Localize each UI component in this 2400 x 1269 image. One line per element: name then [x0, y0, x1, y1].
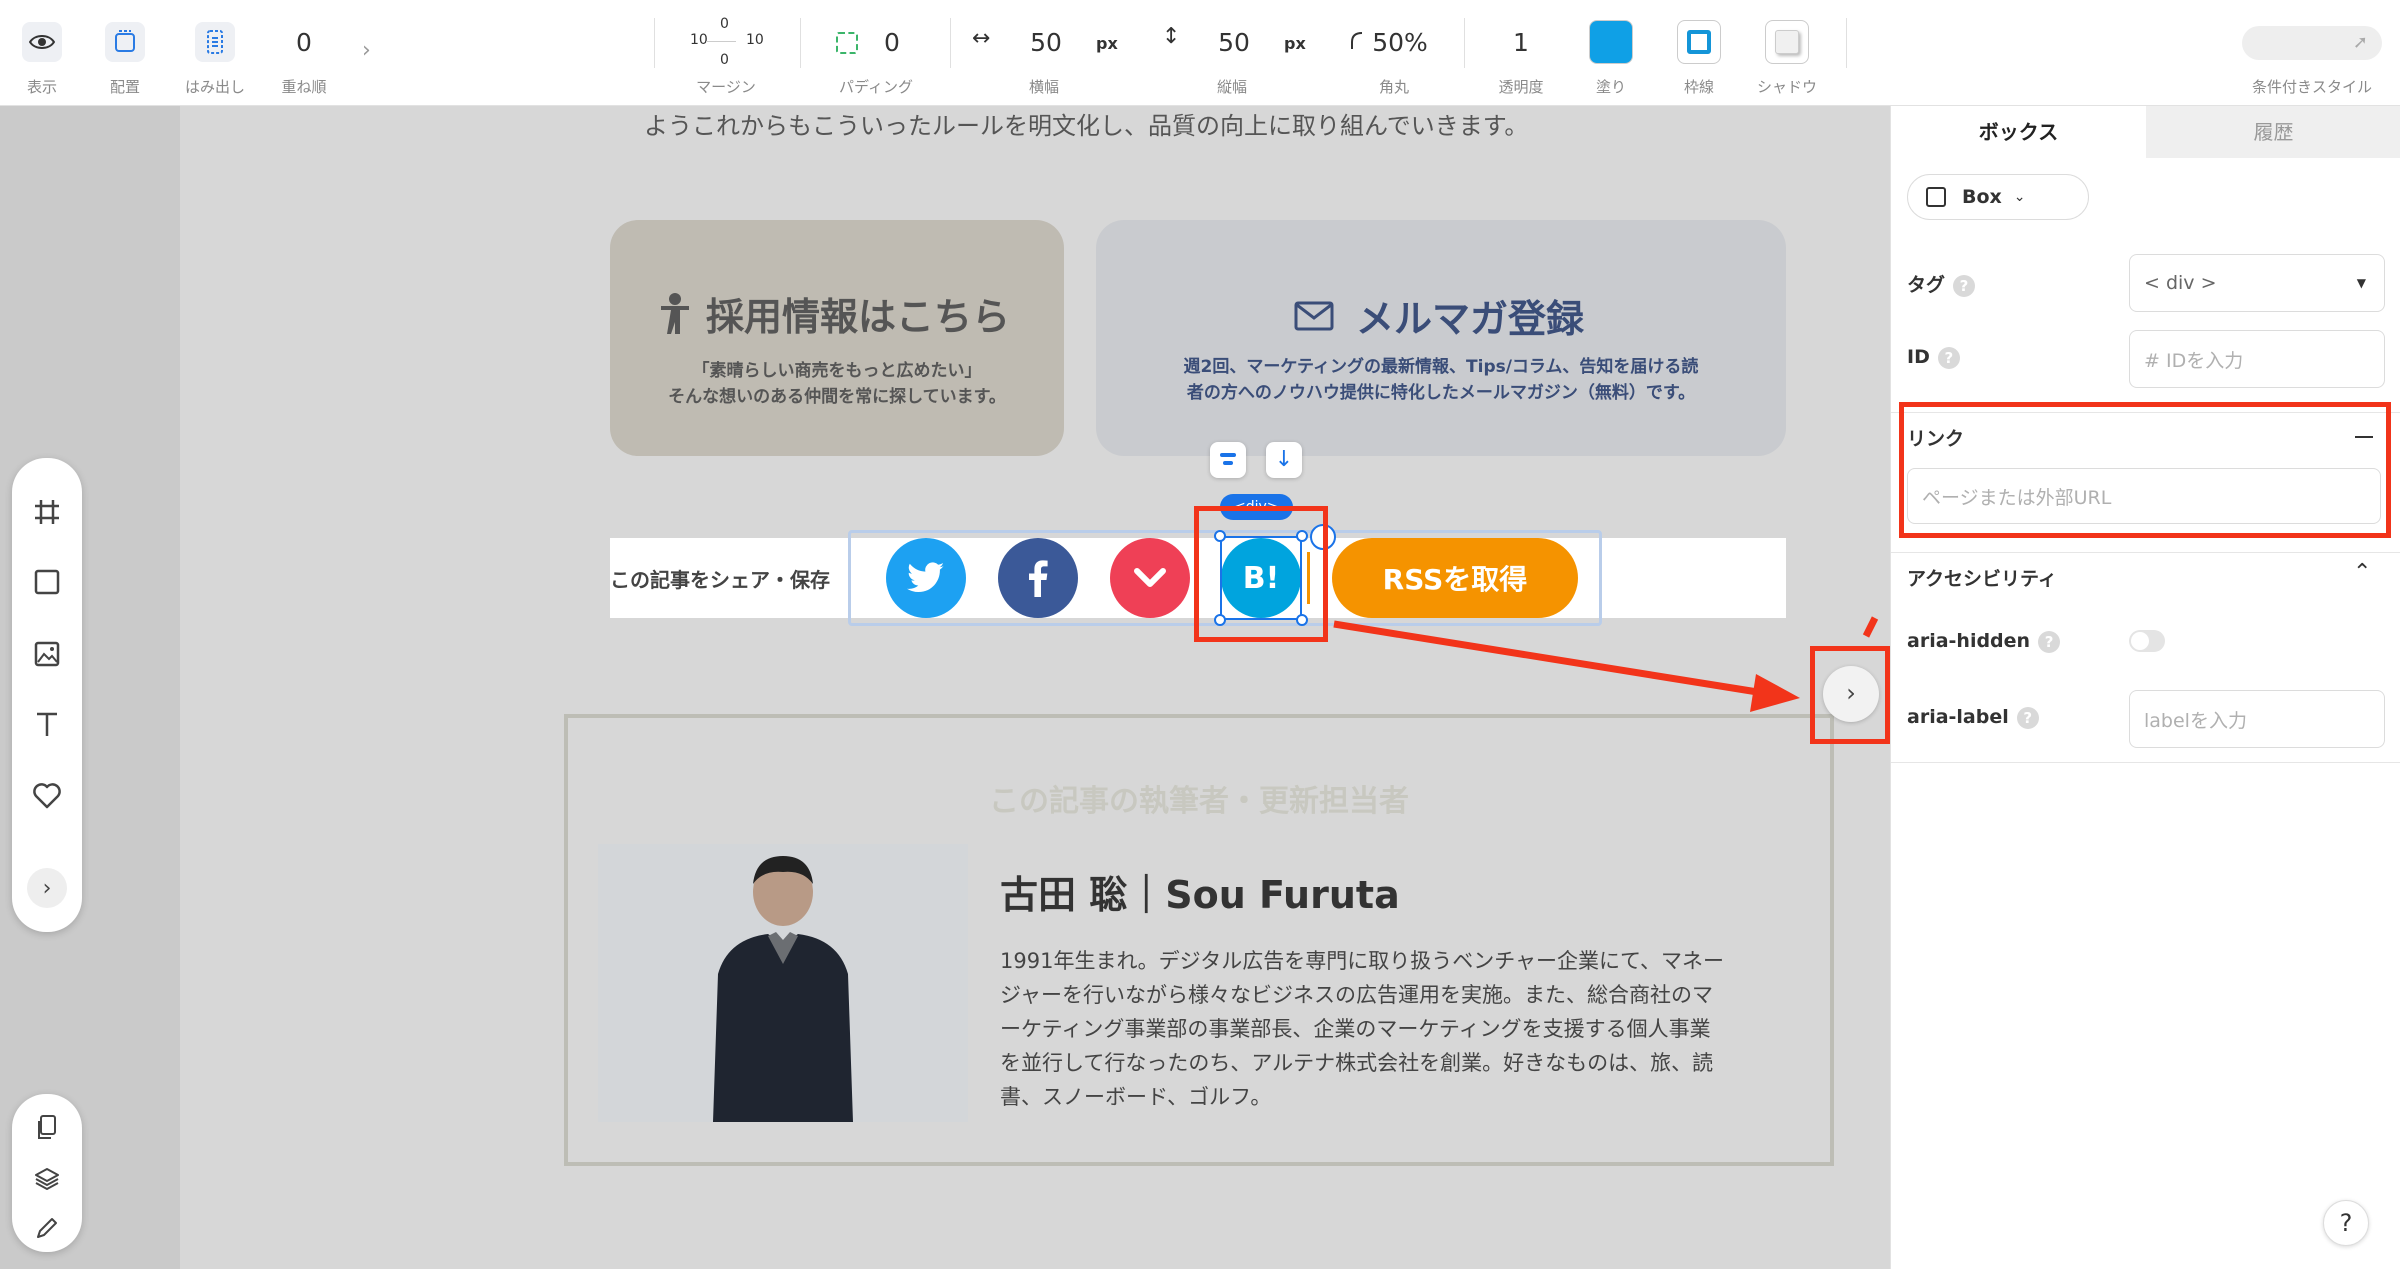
caret-down-icon: ▼ [2356, 276, 2366, 290]
border-swatch[interactable] [1677, 20, 1721, 64]
fill-swatch[interactable] [1589, 20, 1633, 64]
overflow-label: はみ出し [184, 78, 246, 96]
margin-right-value[interactable]: 10 [746, 32, 764, 48]
chevron-right-icon[interactable]: › [362, 38, 371, 63]
margin-left-value[interactable]: 10 [690, 32, 708, 48]
help-icon: ? [2038, 630, 2061, 653]
accessibility-section-label: アクセシビリティ [1907, 568, 2057, 590]
padding-value[interactable]: 0 [884, 28, 900, 57]
element-type-select[interactable]: Box ⌄ [1907, 174, 2089, 220]
aria-label-input[interactable]: labelを入力 [2129, 690, 2385, 748]
aria-label-label: aria-label? [1907, 706, 2039, 729]
element-type-label: Box [1962, 186, 2002, 208]
layout-icon[interactable] [105, 22, 145, 62]
conditional-style-label: 条件付きスタイル [2251, 78, 2373, 96]
padding-icon [836, 32, 858, 54]
width-arrows-icon: ↔ [972, 26, 991, 51]
corner-radius-icon [1350, 30, 1366, 54]
aria-hidden-toggle[interactable] [2129, 630, 2165, 652]
opacity-value[interactable]: 1 [1513, 28, 1529, 57]
margin-top-value[interactable]: 0 [720, 16, 729, 32]
annotation-arrows [1333, 616, 1879, 712]
annotation-box [1899, 402, 2391, 538]
tag-select[interactable]: < div > ▼ [2129, 254, 2385, 312]
width-unit[interactable]: px [1096, 34, 1118, 53]
chevron-up-icon[interactable]: ⌃ [2353, 560, 2371, 585]
height-arrows-icon: ↕ [1162, 24, 1181, 49]
eye-icon[interactable] [22, 22, 62, 62]
tag-row-label: タグ? [1907, 270, 1976, 297]
shadow-label: シャドウ [1756, 78, 1818, 96]
help-icon: ? [2016, 706, 2039, 729]
view-label: 表示 [26, 78, 58, 96]
border-label: 枠線 [1683, 78, 1715, 96]
tab-history[interactable]: 履歴 [2146, 106, 2400, 158]
id-row-label: ID? [1907, 346, 1960, 369]
fill-label: 塗り [1595, 78, 1627, 96]
editor-canvas: ようこれからもこういったルールを明文化し、品質の向上に取り組んでいきます。 採用… [0, 106, 1890, 1269]
overflow-icon[interactable] [195, 22, 235, 62]
properties-panel: ボックス 履歴 Box ⌄ タグ? < div > ▼ ID? # IDを入力 … [1890, 106, 2400, 1269]
top-toolbar: 表示 配置 はみ出し 0 重ね順 › 0 10 10 0 マージン 0 パディン… [0, 0, 2400, 106]
conditional-style-toggle[interactable]: ➚ [2242, 26, 2382, 60]
cursor-icon: ➚ [2352, 32, 2368, 53]
tab-box[interactable]: ボックス [1891, 106, 2146, 158]
margin-label: マージン [696, 78, 756, 96]
id-input[interactable]: # IDを入力 [2129, 330, 2385, 388]
height-unit[interactable]: px [1284, 34, 1306, 53]
height-label: 縦幅 [1216, 78, 1248, 96]
shadow-swatch[interactable] [1765, 20, 1809, 64]
margin-bottom-value[interactable]: 0 [720, 52, 729, 68]
radius-label: 角丸 [1378, 78, 1410, 96]
layout-label: 配置 [109, 78, 141, 96]
help-icon: ? [1953, 274, 1976, 297]
zindex-label: 重ね順 [281, 78, 327, 96]
height-value[interactable]: 50 [1218, 28, 1250, 57]
margin-cross [706, 41, 736, 42]
width-label: 横幅 [1028, 78, 1060, 96]
radius-value[interactable]: 50% [1372, 28, 1428, 57]
chevron-down-icon: ⌄ [2013, 189, 2026, 205]
tag-value: < div > [2144, 272, 2217, 294]
aria-hidden-label: aria-hidden? [1907, 630, 2061, 653]
box-icon [1926, 187, 1946, 207]
help-button[interactable]: ? [2323, 1200, 2369, 1246]
opacity-label: 透明度 [1498, 78, 1544, 96]
zindex-value[interactable]: 0 [296, 28, 312, 57]
help-icon: ? [1937, 346, 1960, 369]
padding-label: パディング [839, 78, 913, 96]
width-value[interactable]: 50 [1030, 28, 1062, 57]
